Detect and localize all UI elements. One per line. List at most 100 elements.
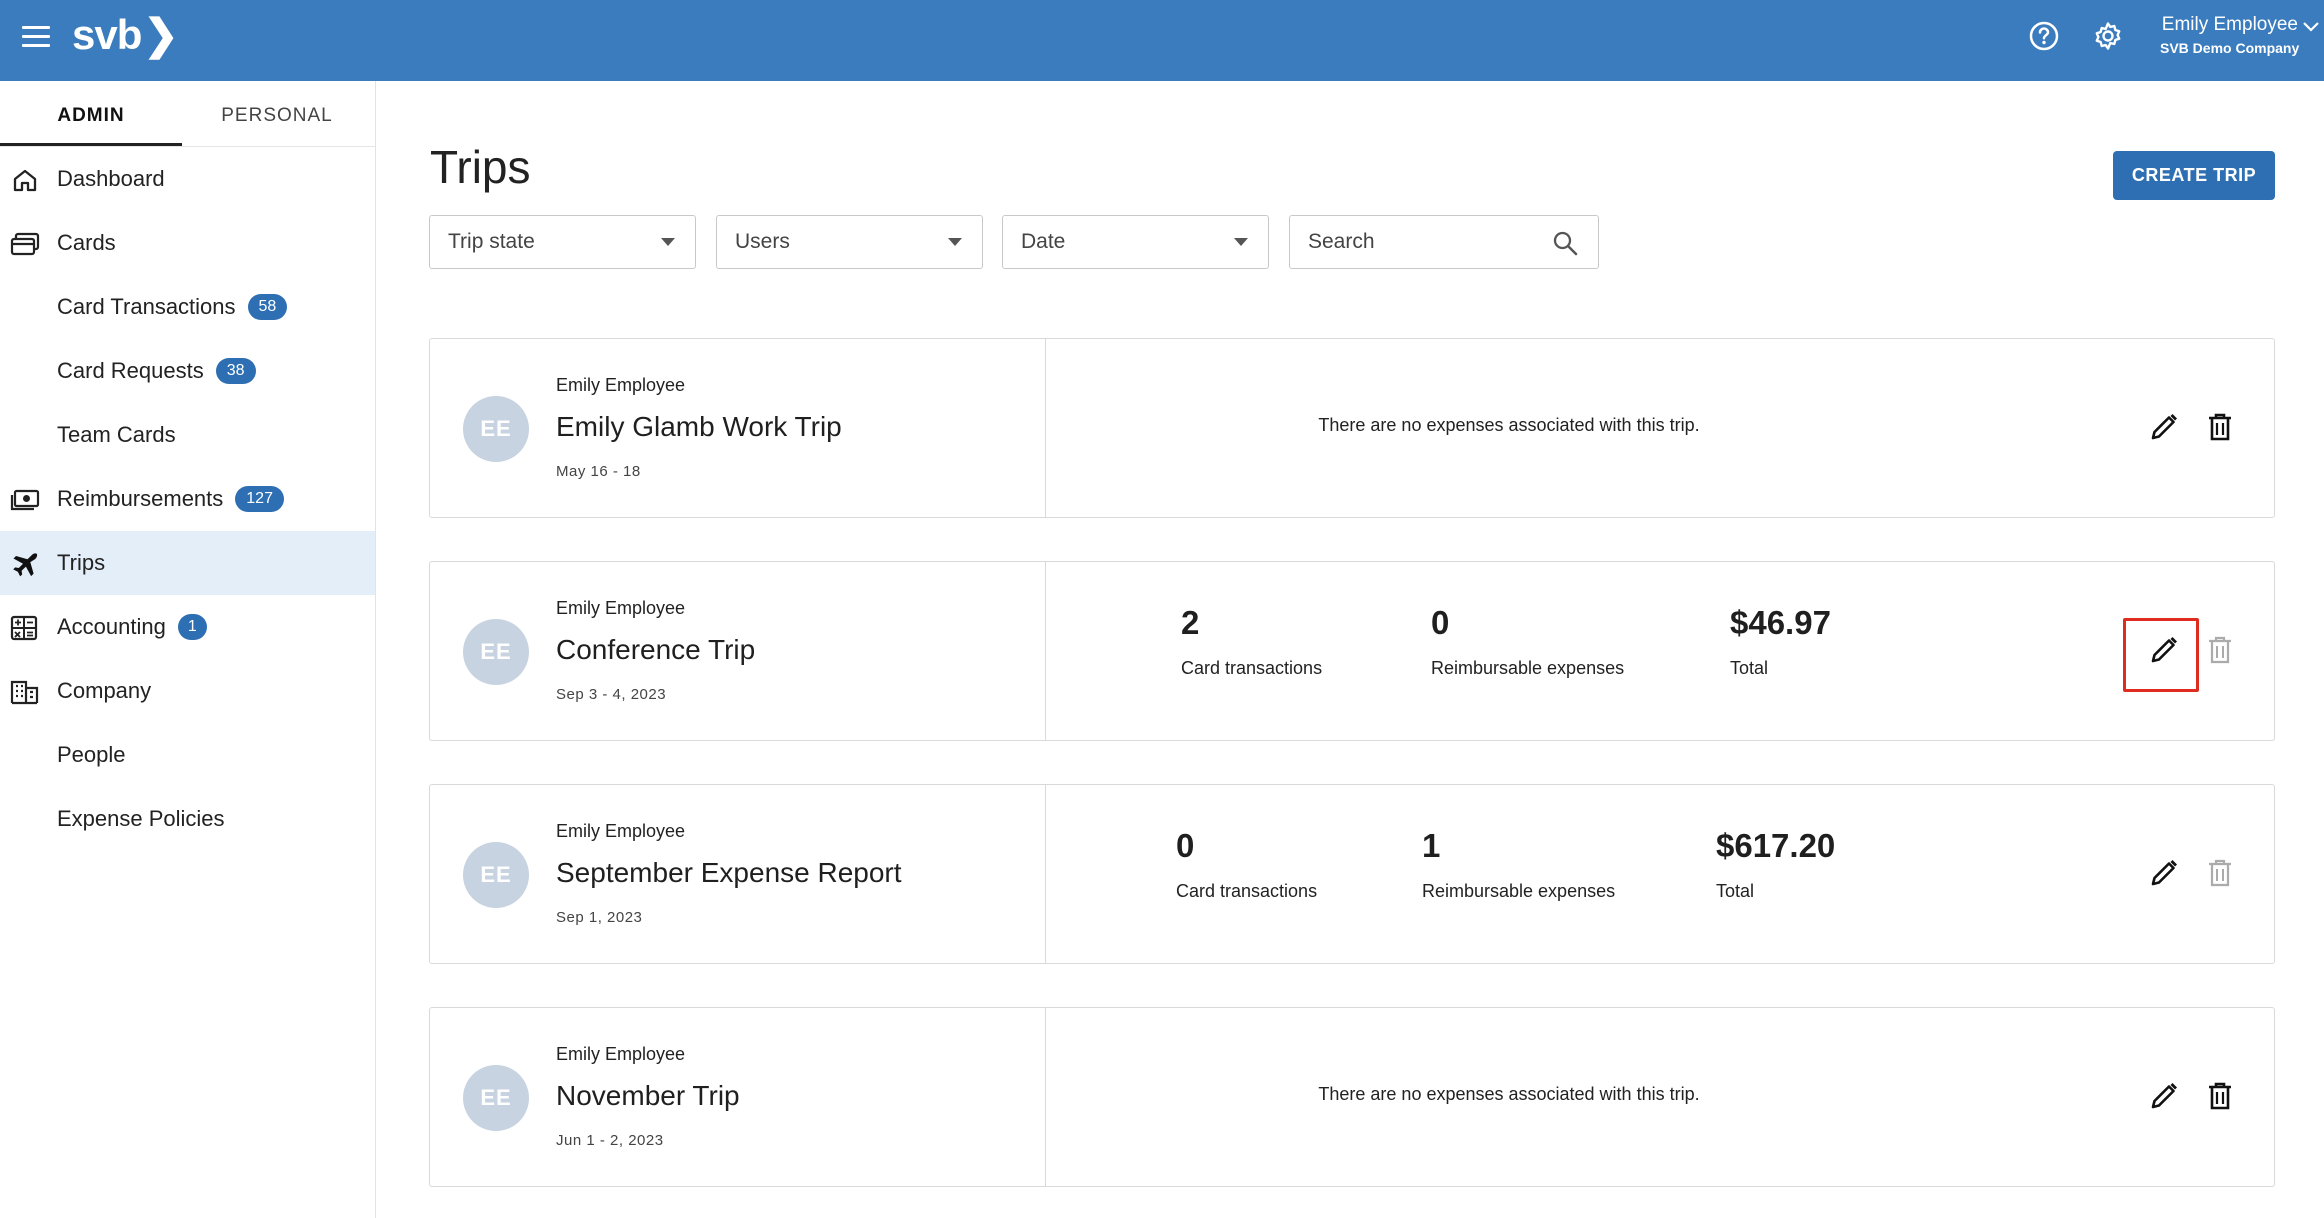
- trip-card[interactable]: EE Emily Employee Conference Trip Sep 3 …: [429, 561, 2275, 741]
- date-select[interactable]: Date: [1002, 215, 1269, 269]
- trip-card[interactable]: EE Emily Employee Emily Glamb Work Trip …: [429, 338, 2275, 518]
- avatar: EE: [463, 842, 529, 908]
- trip-dates: Sep 1, 2023: [556, 909, 643, 926]
- trip-owner: Emily Employee: [556, 598, 686, 618]
- sidebar-item-dashboard[interactable]: Dashboard: [0, 147, 375, 211]
- sidebar-item-label: Expense Policies: [57, 806, 225, 831]
- trip-info: EE Emily Employee November Trip Jun 1 - …: [430, 1008, 1046, 1186]
- count-badge: 38: [215, 358, 256, 384]
- trip-name[interactable]: Conference Trip: [556, 634, 755, 666]
- stat-label: Total: [1730, 658, 1769, 678]
- sidebar-tabs: ADMIN PERSONAL: [0, 81, 375, 147]
- count-badge: 1: [177, 614, 207, 640]
- sidebar-item-label: Trips: [57, 550, 106, 575]
- trash-icon: [2209, 859, 2231, 887]
- pencil-icon[interactable]: [2148, 1080, 2180, 1112]
- stat-label: Card transactions: [1176, 881, 1318, 901]
- sidebar-item-accounting[interactable]: Accounting 1: [0, 595, 375, 659]
- trip-name[interactable]: November Trip: [556, 1080, 740, 1112]
- trip-owner: Emily Employee: [556, 821, 686, 841]
- sidebar-item-company[interactable]: Company: [0, 659, 375, 723]
- trip-info: EE Emily Employee Conference Trip Sep 3 …: [430, 562, 1046, 740]
- stat-value: $617.20: [1716, 827, 1836, 864]
- caret-down-icon: [661, 238, 675, 246]
- sidebar-item-card-requests[interactable]: Card Requests 38: [0, 339, 375, 403]
- create-trip-button[interactable]: CREATE TRIP: [2113, 151, 2275, 200]
- sidebar-item-label: People: [57, 742, 126, 767]
- sidebar-item-label: Company: [57, 678, 152, 703]
- stat-value: 2: [1181, 604, 1200, 641]
- trip-owner: Emily Employee: [556, 375, 686, 395]
- sidebar-item-cards[interactable]: Cards: [0, 211, 375, 275]
- caret-down-icon: [1234, 238, 1248, 246]
- total-stat: $46.97 Total: [1730, 604, 1831, 679]
- sidebar-item-reimbursements[interactable]: Reimbursements 127: [0, 467, 375, 531]
- select-value: Trip state: [448, 230, 535, 253]
- gear-icon[interactable]: [2092, 20, 2124, 52]
- avatar: EE: [463, 1065, 529, 1131]
- stat-value: $46.97: [1730, 604, 1831, 641]
- pencil-icon[interactable]: [2148, 411, 2180, 443]
- sidebar-nav: Dashboard Cards Card Transactions 58 Car…: [0, 147, 375, 851]
- trip-dates: Jun 1 - 2, 2023: [556, 1132, 664, 1149]
- tab-personal[interactable]: PERSONAL: [182, 81, 372, 146]
- users-select[interactable]: Users: [716, 215, 983, 269]
- sidebar-item-people[interactable]: People: [0, 723, 375, 787]
- select-value: Date: [1021, 230, 1066, 253]
- total-stat: $617.20 Total: [1716, 827, 1835, 902]
- page-title: Trips: [430, 141, 531, 193]
- svb-logo[interactable]: svb❯: [72, 10, 179, 59]
- stat-label: Reimbursable expenses: [1422, 881, 1616, 901]
- chevron-down-icon[interactable]: [2302, 20, 2320, 34]
- trip-name[interactable]: September Expense Report: [556, 857, 902, 889]
- card-transactions-stat: 2 Card transactions: [1181, 604, 1322, 679]
- trip-info: EE Emily Employee September Expense Repo…: [430, 785, 1046, 963]
- top-bar: svb❯ Emily Employee SVB Demo Company: [0, 0, 2324, 81]
- user-name: Emily Employee: [2161, 14, 2298, 35]
- sidebar-item-trips[interactable]: Trips: [0, 531, 375, 595]
- user-company: SVB Demo Company: [2160, 40, 2300, 56]
- sidebar-item-team-cards[interactable]: Team Cards: [0, 403, 375, 467]
- trip-dates: May 16 - 18: [556, 463, 641, 480]
- stat-label: Card transactions: [1181, 658, 1323, 678]
- sidebar-item-label: Card Transactions: [57, 294, 236, 319]
- stat-label: Total: [1716, 881, 1755, 901]
- pencil-icon[interactable]: [2148, 857, 2180, 889]
- search-icon[interactable]: [1552, 230, 1578, 256]
- trash-icon[interactable]: [2205, 411, 2235, 443]
- sidebar-item-label: Accounting: [57, 614, 166, 639]
- sidebar-item-label: Dashboard: [57, 166, 165, 191]
- avatar: EE: [463, 396, 529, 462]
- help-icon[interactable]: [2028, 20, 2060, 52]
- trip-state-select[interactable]: Trip state: [429, 215, 696, 269]
- sidebar-item-label: Card Requests: [57, 358, 204, 383]
- trash-icon: [2209, 636, 2231, 664]
- building-icon: [10, 680, 39, 705]
- reimbursable-expenses-stat: 0 Reimbursable expenses: [1431, 604, 1624, 679]
- sidebar-item-expense-policies[interactable]: Expense Policies: [0, 787, 375, 851]
- stat-value: 1: [1422, 827, 1441, 864]
- sidebar-item-label: Team Cards: [57, 422, 176, 447]
- menu-icon[interactable]: [22, 26, 50, 48]
- stat-label: Reimbursable expenses: [1431, 658, 1625, 678]
- accounting-icon: [10, 615, 38, 641]
- trip-card[interactable]: EE Emily Employee September Expense Repo…: [429, 784, 2275, 964]
- count-badge: 127: [235, 486, 284, 512]
- stat-value: 0: [1176, 827, 1195, 864]
- reimbursable-expenses-stat: 1 Reimbursable expenses: [1422, 827, 1615, 902]
- empty-expenses-message: There are no expenses associated with th…: [1318, 1084, 1700, 1104]
- trip-card[interactable]: EE Emily Employee November Trip Jun 1 - …: [429, 1007, 2275, 1187]
- pencil-icon[interactable]: [2148, 634, 2180, 666]
- trash-icon[interactable]: [2205, 1080, 2235, 1112]
- empty-expenses-message: There are no expenses associated with th…: [1318, 415, 1700, 435]
- trip-name[interactable]: Emily Glamb Work Trip: [556, 411, 842, 443]
- stat-value: 0: [1431, 604, 1450, 641]
- sidebar-item-card-transactions[interactable]: Card Transactions 58: [0, 275, 375, 339]
- trip-dates: Sep 3 - 4, 2023: [556, 686, 667, 703]
- tab-admin[interactable]: ADMIN: [0, 81, 182, 146]
- cards-icon: [10, 232, 40, 256]
- user-menu[interactable]: Emily Employee SVB Demo Company: [2160, 14, 2300, 56]
- search-input[interactable]: Search: [1289, 215, 1599, 269]
- cash-icon: [10, 489, 40, 511]
- search-placeholder: Search: [1308, 230, 1375, 253]
